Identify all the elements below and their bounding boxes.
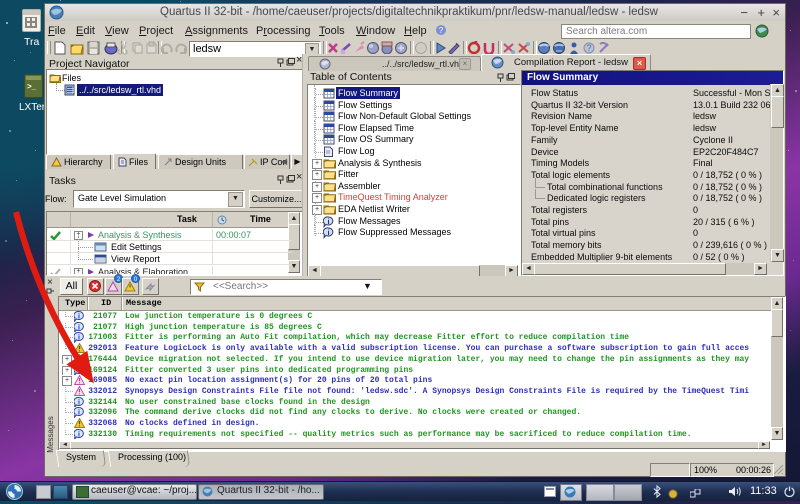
svg-text:?: ? (439, 26, 444, 35)
svg-text:i: i (78, 410, 80, 417)
svg-text:i: i (78, 399, 80, 406)
svg-text:i: i (327, 228, 329, 237)
svg-text:i: i (78, 431, 80, 438)
svg-text:?: ? (586, 43, 591, 53)
svg-text:i: i (327, 217, 329, 226)
